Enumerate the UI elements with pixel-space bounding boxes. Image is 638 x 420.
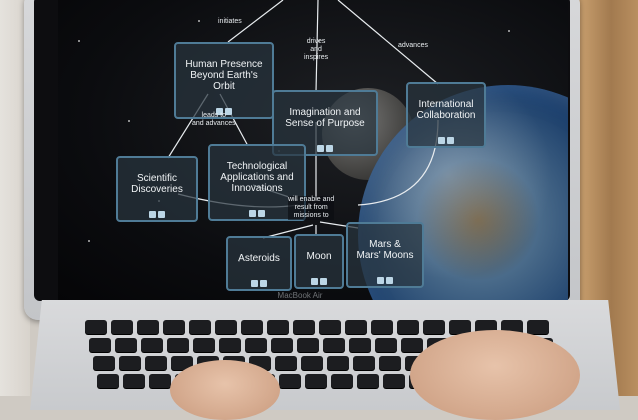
note-icon bbox=[311, 278, 318, 285]
left-hand bbox=[170, 360, 280, 420]
edge-label-drives: drives and inspires bbox=[304, 38, 329, 61]
key[interactable] bbox=[383, 374, 405, 388]
key[interactable] bbox=[331, 374, 353, 388]
key[interactable] bbox=[279, 374, 301, 388]
right-hand bbox=[410, 330, 580, 420]
node-icons bbox=[249, 210, 265, 217]
key[interactable] bbox=[119, 356, 141, 370]
key[interactable] bbox=[301, 356, 323, 370]
key[interactable] bbox=[85, 320, 107, 334]
key[interactable] bbox=[167, 338, 189, 352]
key[interactable] bbox=[371, 320, 393, 334]
key[interactable] bbox=[111, 320, 133, 334]
key[interactable] bbox=[275, 356, 297, 370]
key[interactable] bbox=[527, 320, 549, 334]
node-label: Mars & Mars' Moons bbox=[356, 239, 414, 261]
key[interactable] bbox=[271, 338, 293, 352]
link-icon bbox=[260, 280, 267, 287]
key[interactable] bbox=[115, 338, 137, 352]
link-icon bbox=[158, 211, 165, 218]
node-asteroids[interactable]: Asteroids bbox=[226, 236, 292, 291]
key[interactable] bbox=[397, 320, 419, 334]
key[interactable] bbox=[401, 338, 423, 352]
key[interactable] bbox=[145, 356, 167, 370]
edge-label-enable: will enable and result from missions to bbox=[288, 196, 335, 220]
node-icons bbox=[251, 280, 267, 287]
node-human-presence[interactable]: Human Presence Beyond Earth's Orbit bbox=[174, 42, 274, 119]
key[interactable] bbox=[163, 320, 185, 334]
node-label: Human Presence Beyond Earth's Orbit bbox=[185, 59, 263, 92]
key[interactable] bbox=[423, 320, 445, 334]
key[interactable] bbox=[297, 338, 319, 352]
edge-label-advances: advances bbox=[398, 42, 428, 49]
link-icon bbox=[447, 137, 454, 144]
node-icons bbox=[311, 278, 327, 285]
edge-label-initiates: initiates bbox=[218, 18, 242, 25]
node-label: Imagination and Sense of Purpose bbox=[285, 107, 365, 129]
key[interactable] bbox=[353, 356, 375, 370]
key[interactable] bbox=[345, 320, 367, 334]
node-label: Scientific Discoveries bbox=[131, 173, 183, 195]
key[interactable] bbox=[319, 320, 341, 334]
node-mars[interactable]: Mars & Mars' Moons bbox=[346, 222, 424, 288]
note-icon bbox=[249, 210, 256, 217]
node-international-collaboration[interactable]: International Collaboration bbox=[406, 82, 486, 148]
key[interactable] bbox=[123, 374, 145, 388]
key[interactable] bbox=[193, 338, 215, 352]
link-icon bbox=[320, 278, 327, 285]
note-icon bbox=[149, 211, 156, 218]
node-icons bbox=[317, 145, 333, 152]
node-label: Technological Applications and Innovatio… bbox=[220, 161, 294, 194]
key[interactable] bbox=[97, 374, 119, 388]
key[interactable] bbox=[89, 338, 111, 352]
key[interactable] bbox=[267, 320, 289, 334]
key[interactable] bbox=[93, 356, 115, 370]
key[interactable] bbox=[215, 320, 237, 334]
key[interactable] bbox=[141, 338, 163, 352]
node-scientific-discoveries[interactable]: Scientific Discoveries bbox=[116, 156, 198, 222]
key[interactable] bbox=[189, 320, 211, 334]
screen: Human Presence Beyond Earth's Orbit Imag… bbox=[58, 0, 568, 300]
note-icon bbox=[377, 277, 384, 284]
key[interactable] bbox=[241, 320, 263, 334]
node-moon[interactable]: Moon bbox=[294, 234, 344, 289]
key[interactable] bbox=[137, 320, 159, 334]
key[interactable] bbox=[349, 338, 371, 352]
node-label: International Collaboration bbox=[416, 99, 476, 121]
key[interactable] bbox=[379, 356, 401, 370]
node-icons bbox=[149, 211, 165, 218]
key[interactable] bbox=[293, 320, 315, 334]
node-label: Asteroids bbox=[238, 253, 280, 264]
key[interactable] bbox=[357, 374, 379, 388]
link-icon bbox=[386, 277, 393, 284]
brand-label: MacBook Air bbox=[277, 291, 323, 300]
note-icon bbox=[317, 145, 324, 152]
link-icon bbox=[326, 145, 333, 152]
node-label: Moon bbox=[306, 251, 332, 262]
key[interactable] bbox=[327, 356, 349, 370]
node-icons bbox=[377, 277, 393, 284]
note-icon bbox=[251, 280, 258, 287]
key[interactable] bbox=[323, 338, 345, 352]
key[interactable] bbox=[375, 338, 397, 352]
edge-label-leads: leads to and advances bbox=[192, 112, 236, 127]
note-icon bbox=[438, 137, 445, 144]
key[interactable] bbox=[305, 374, 327, 388]
key[interactable] bbox=[149, 374, 171, 388]
key[interactable] bbox=[219, 338, 241, 352]
node-icons bbox=[438, 137, 454, 144]
key[interactable] bbox=[245, 338, 267, 352]
link-icon bbox=[258, 210, 265, 217]
